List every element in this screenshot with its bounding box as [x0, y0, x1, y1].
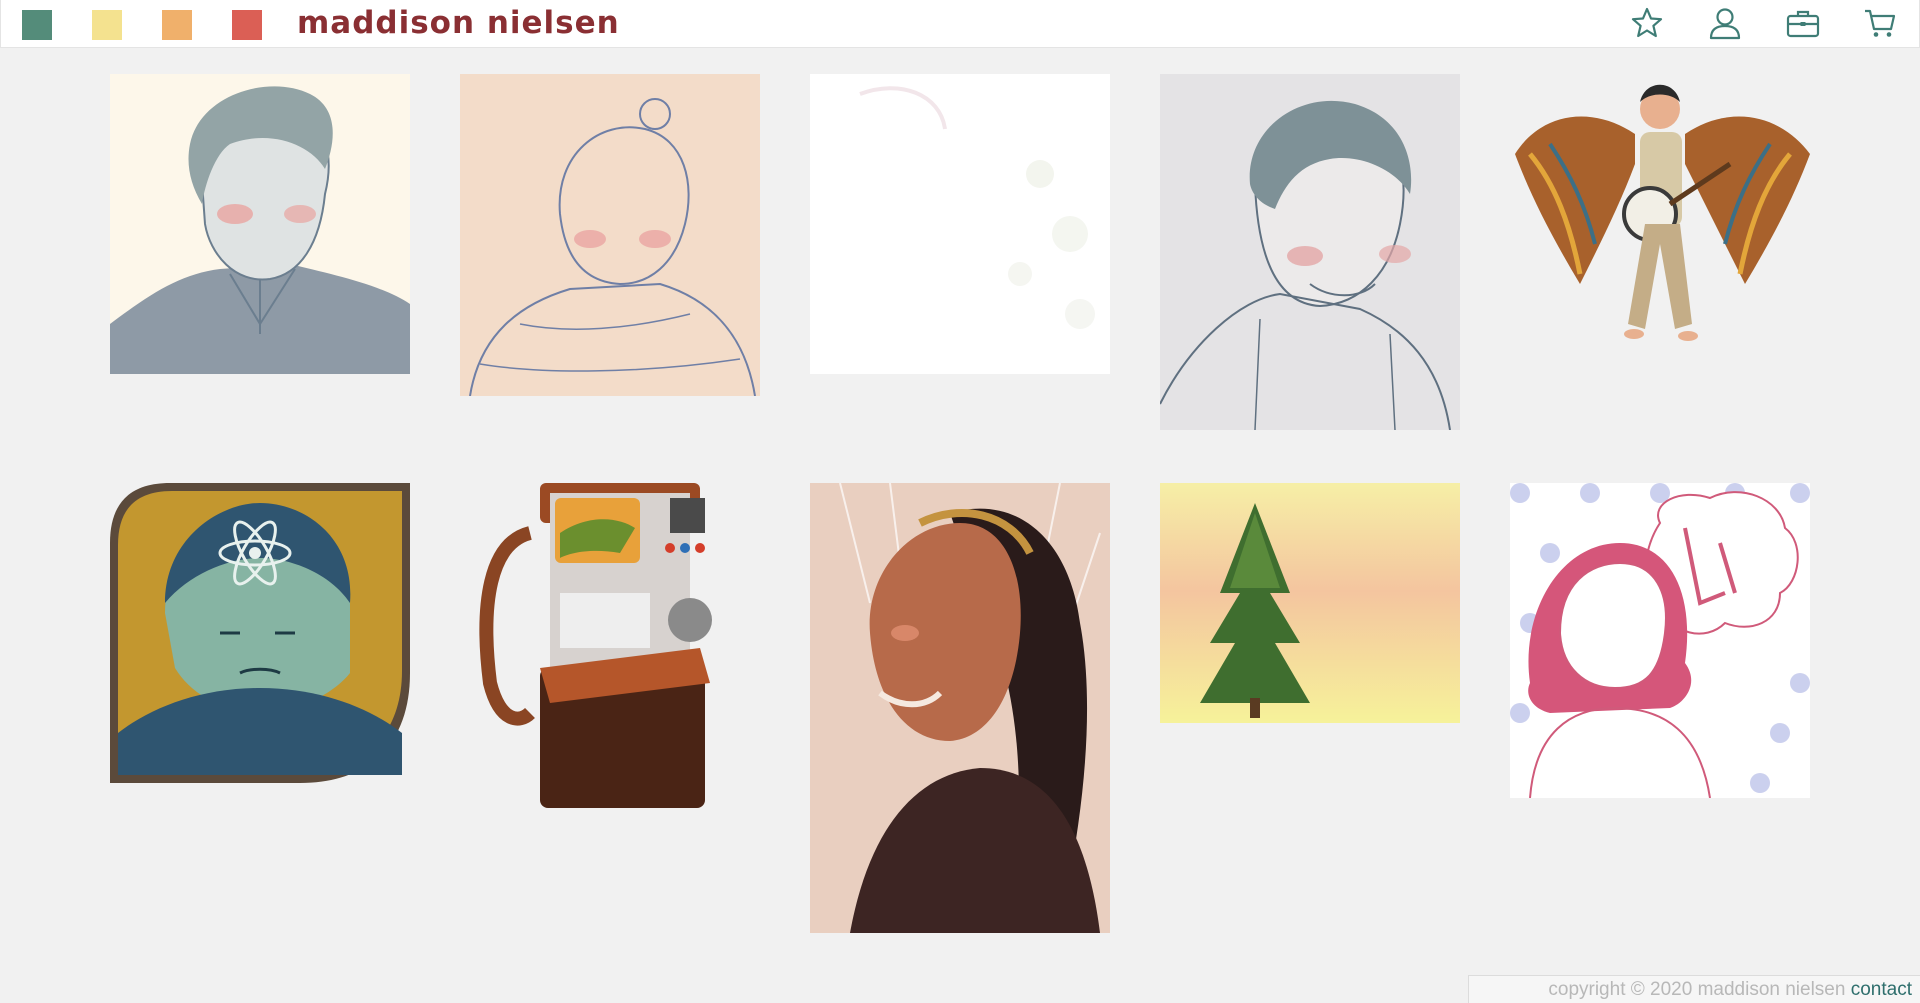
- artwork-atom-portrait[interactable]: [110, 483, 410, 783]
- artwork-la-girl[interactable]: [1510, 483, 1810, 798]
- artwork-sketch-portrait-girl-bun[interactable]: [460, 74, 760, 396]
- artwork-faded-sketch[interactable]: [810, 74, 1110, 374]
- artwork-tricorder-bag[interactable]: [460, 483, 760, 808]
- artwork-sketch-portrait-laughing[interactable]: [1160, 74, 1460, 430]
- artwork-winged-banjo-player[interactable]: [1510, 74, 1810, 374]
- artwork-portrait-braids[interactable]: [810, 483, 1110, 933]
- copyright-text: copyright © 2020 maddison nielsen: [1548, 979, 1846, 1000]
- contact-link[interactable]: contact: [1851, 979, 1912, 1000]
- artwork-gallery: [0, 0, 1920, 1003]
- artwork-sketch-portrait-boy[interactable]: [110, 74, 410, 374]
- footer: copyright © 2020 maddison nielsen contac…: [1468, 975, 1920, 1003]
- artwork-pine-tree[interactable]: [1160, 483, 1460, 723]
